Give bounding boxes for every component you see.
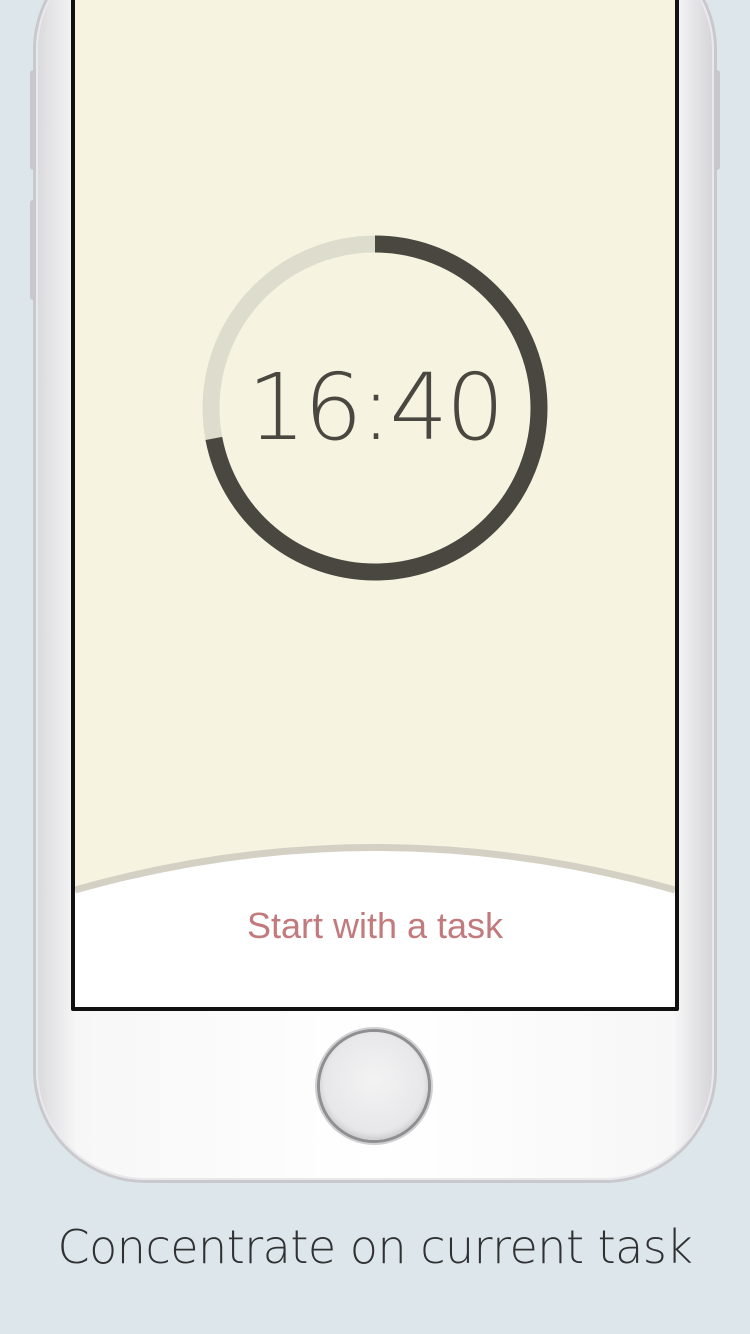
timer-display: 16:40 (247, 354, 504, 461)
bottom-sheet: Start with a task (75, 830, 675, 1007)
caption-text: Concentrate on current task (57, 1220, 693, 1274)
side-button-volume (30, 200, 36, 300)
home-button[interactable] (320, 1032, 428, 1140)
start-task-button[interactable]: Start with a task (75, 905, 675, 947)
app-screen: 16:40 Start with a task (75, 0, 675, 1007)
timer[interactable]: 16:40 (202, 235, 548, 581)
side-button-mute (30, 70, 36, 170)
side-button-power (714, 70, 720, 170)
